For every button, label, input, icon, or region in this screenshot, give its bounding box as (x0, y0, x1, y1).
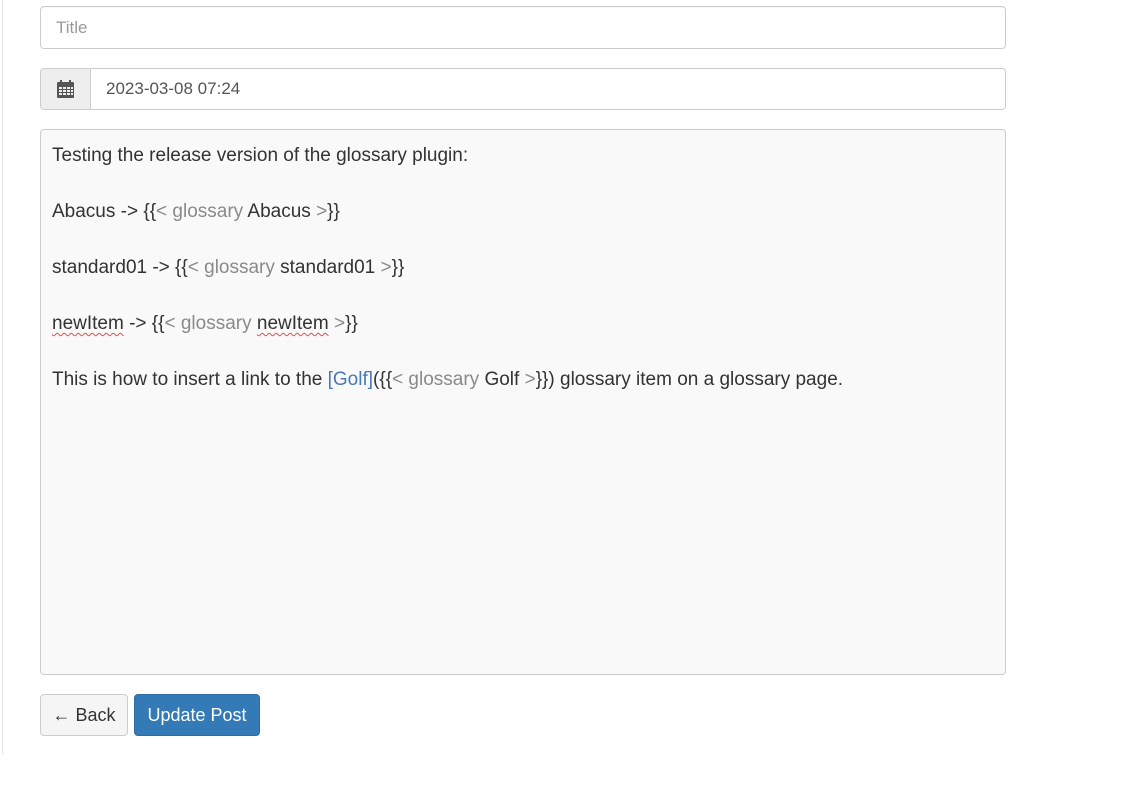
back-button[interactable]: ← Back (40, 694, 128, 736)
misspelled-word: newItem (52, 313, 124, 334)
editor-text: This is how to insert a link to the (52, 369, 328, 390)
date-field[interactable] (91, 69, 1005, 109)
shortcode-arg: standard01 (274, 257, 381, 278)
markdown-link-text: [Golf] (327, 369, 374, 390)
editor-text: Testing the release version of the gloss… (52, 145, 469, 166)
shortcode-close: > (524, 369, 536, 390)
shortcode-open: < glossary (156, 201, 244, 222)
editor-text: }} (327, 201, 340, 222)
editor-text: standard01 -> {{ (52, 257, 188, 278)
calendar-icon[interactable] (41, 69, 91, 109)
editor-text: ({{ (373, 369, 393, 390)
editor-line-1: Testing the release version of the gloss… (52, 142, 994, 170)
left-divider (2, 0, 3, 754)
editor-text: }}) glossary item on a glossary page. (535, 369, 844, 390)
shortcode-close: > (380, 257, 392, 278)
misspelled-word: newItem (256, 313, 329, 334)
shortcode-close: > (333, 313, 346, 334)
editor-text: -> {{ (123, 313, 165, 334)
editor-text: }} (345, 313, 358, 334)
shortcode-close: > (316, 201, 328, 222)
shortcode-open: < glossary (164, 313, 252, 334)
editor-line-4: newItem -> {{< glossary newItem >}} (52, 310, 994, 338)
shortcode-arg: Abacus (243, 201, 317, 222)
editor-text: Abacus -> {{ (52, 201, 157, 222)
editor-line-2: Abacus -> {{< glossary Abacus >}} (52, 198, 994, 226)
editor-line-3: standard01 -> {{< glossary standard01 >}… (52, 254, 994, 282)
content-editor[interactable]: Testing the release version of the gloss… (40, 129, 1006, 675)
shortcode-open: < glossary (392, 369, 480, 390)
title-input[interactable] (40, 6, 1006, 49)
post-edit-page: Testing the release version of the gloss… (0, 0, 1133, 792)
editor-text: }} (391, 257, 405, 278)
editor-line-5: This is how to insert a link to the [Gol… (52, 366, 994, 394)
shortcode-arg: Golf (479, 369, 525, 390)
shortcode-open: < glossary (187, 257, 275, 278)
update-post-button[interactable]: Update Post (134, 694, 260, 736)
date-input-group (40, 68, 1006, 110)
